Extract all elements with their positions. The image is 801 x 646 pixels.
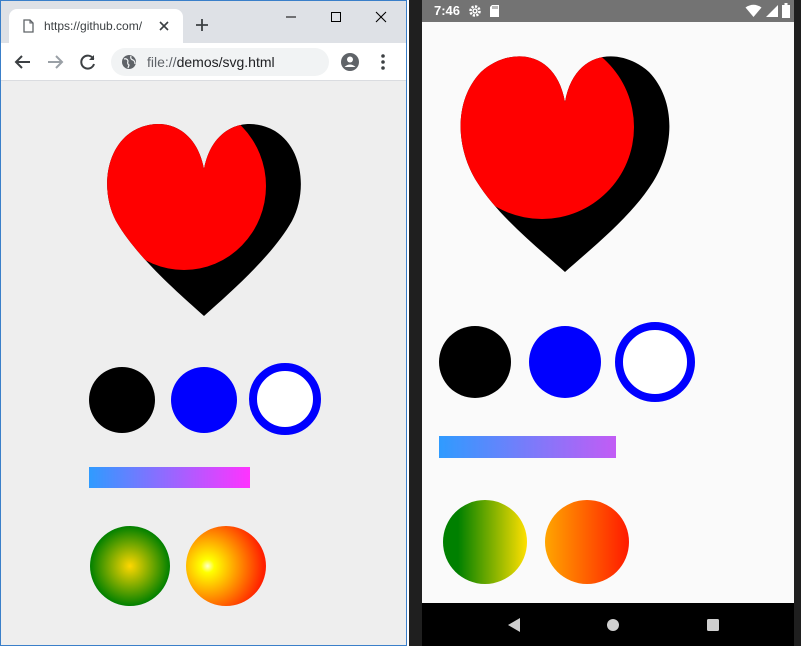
document-icon <box>23 19 34 33</box>
circle-black <box>89 367 155 433</box>
radial-circle-green <box>90 526 170 606</box>
linear-gradient-bar <box>89 467 250 488</box>
forward-arrow-icon[interactable] <box>45 52 65 72</box>
radial-circle-orange <box>186 526 266 606</box>
mobile-svg-demo <box>439 56 695 584</box>
android-nav-bar <box>422 603 794 646</box>
browser-toolbar: file://demos/svg.html <box>1 43 406 81</box>
circle-blue <box>529 326 601 398</box>
back-arrow-icon[interactable] <box>13 52 33 72</box>
account-circle-icon[interactable] <box>340 52 360 72</box>
url-text: file://demos/svg.html <box>147 54 275 70</box>
recents-square-icon[interactable] <box>703 615 723 635</box>
signal-icon <box>766 5 778 17</box>
screenshot-root: https://github.com/ file://demos/svg.htm… <box>0 0 801 646</box>
url-scheme: file:// <box>147 54 177 70</box>
gradient-circle-orange <box>545 500 629 584</box>
wifi-icon <box>745 4 762 17</box>
reload-icon[interactable] <box>78 52 98 72</box>
home-circle-icon[interactable] <box>603 615 623 635</box>
window-close-icon[interactable] <box>371 7 391 27</box>
tab-title: https://github.com/ <box>44 19 143 33</box>
minimize-icon[interactable] <box>281 7 301 27</box>
url-path: demos/svg.html <box>176 54 275 70</box>
address-bar[interactable]: file://demos/svg.html <box>111 48 329 76</box>
gradient-circle-green <box>443 500 527 584</box>
android-phone: 7:46 <box>409 0 801 646</box>
circle-blue <box>171 367 237 433</box>
close-icon[interactable] <box>157 19 171 33</box>
heart-red <box>107 124 266 270</box>
circle-ring <box>615 322 695 402</box>
battery-icon <box>782 3 790 18</box>
browser-page <box>1 81 406 645</box>
maximize-icon[interactable] <box>326 7 346 27</box>
status-bar: 7:46 <box>422 0 794 22</box>
heart-red <box>460 56 634 219</box>
kebab-menu-icon[interactable] <box>373 52 393 72</box>
tab-strip: https://github.com/ <box>1 1 406 43</box>
desktop-svg-demo <box>89 124 321 606</box>
status-time: 7:46 <box>434 3 461 18</box>
browser-tab[interactable]: https://github.com/ <box>9 9 183 43</box>
circle-black <box>439 326 511 398</box>
sd-card-icon <box>490 5 499 17</box>
linear-gradient-bar <box>439 436 616 458</box>
phone-screen <box>422 22 794 603</box>
circle-ring <box>249 363 321 435</box>
globe-icon[interactable] <box>121 54 137 70</box>
plus-icon[interactable] <box>194 17 210 33</box>
settings-gear-icon <box>469 5 481 17</box>
back-triangle-icon[interactable] <box>504 615 524 635</box>
chrome-window: https://github.com/ file://demos/svg.htm… <box>0 0 407 646</box>
